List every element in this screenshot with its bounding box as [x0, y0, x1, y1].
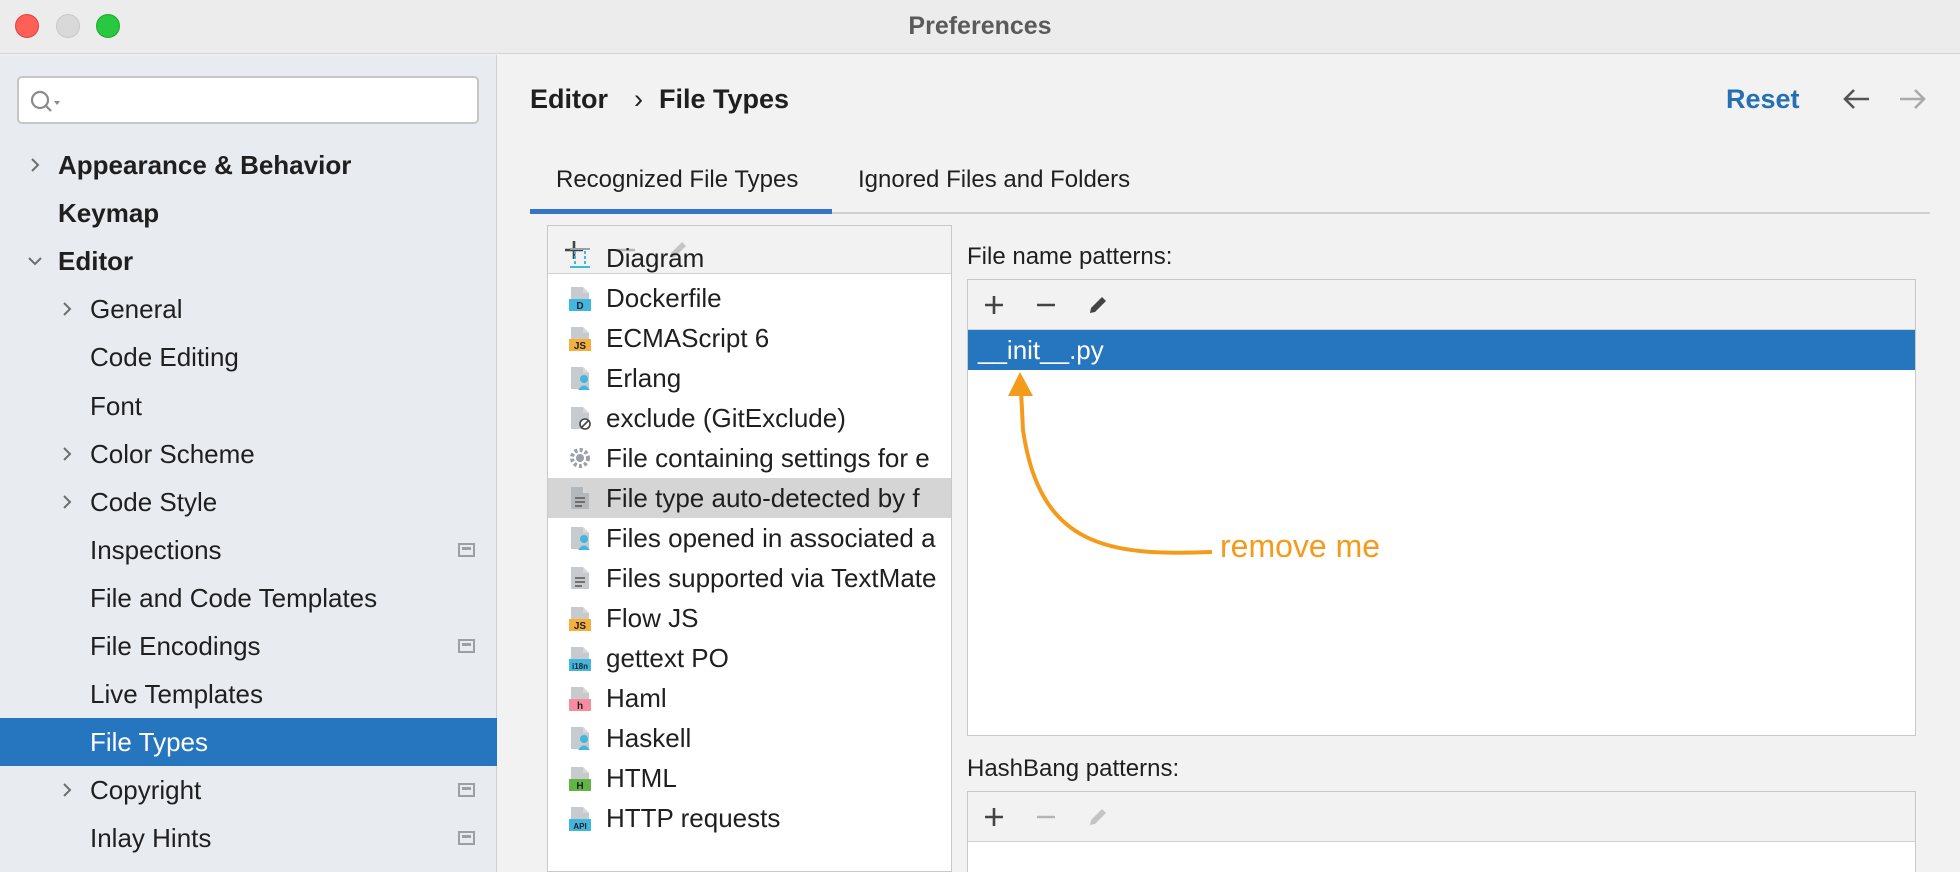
annotation-arrow: [1008, 372, 1213, 555]
annotation-text: remove me: [1220, 528, 1381, 564]
